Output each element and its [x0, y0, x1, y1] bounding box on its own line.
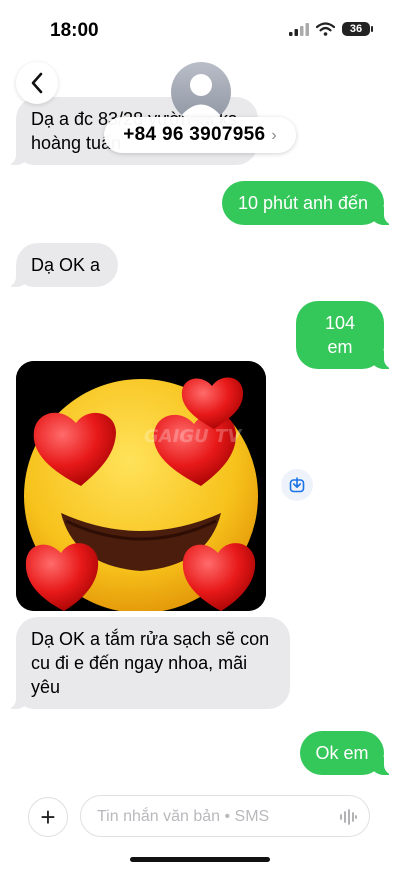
- message-text: Dạ OK a: [31, 255, 101, 275]
- home-indicator: [130, 857, 270, 862]
- message-sent-1[interactable]: 10 phút anh đến: [222, 181, 394, 225]
- add-attachment-button[interactable]: +: [28, 797, 68, 837]
- contact-phone-button[interactable]: +84 96 3907956 ›: [104, 117, 296, 153]
- message-text: Ok em: [315, 743, 369, 763]
- back-chevron-icon: [31, 72, 43, 94]
- message-input[interactable]: Tin nhắn văn bản • SMS: [80, 795, 370, 837]
- download-button[interactable]: [281, 469, 313, 501]
- message-sent-2[interactable]: 104 em: [296, 301, 394, 369]
- heart-eyes-emoji-image: GAIGU TV: [16, 361, 266, 611]
- contact-phone-number: +84 96 3907956: [123, 124, 266, 145]
- wifi-icon: [316, 22, 335, 36]
- signal-icon: [289, 22, 309, 36]
- contact-avatar[interactable]: [171, 62, 231, 122]
- battery-icon: 36: [342, 22, 373, 36]
- message-text: 104 em: [324, 313, 356, 357]
- download-icon: [289, 477, 305, 493]
- image-message[interactable]: GAIGU TV: [16, 361, 266, 611]
- message-sent-3[interactable]: Ok em: [300, 731, 394, 775]
- message-received-2[interactable]: Dạ OK a: [6, 243, 118, 287]
- message-input-placeholder: Tin nhắn văn bản • SMS: [97, 808, 270, 825]
- status-time: 18:00: [50, 20, 99, 41]
- chevron-right-icon: ›: [271, 126, 277, 144]
- back-button[interactable]: [16, 62, 58, 104]
- plus-icon: +: [40, 802, 56, 832]
- microphone-waveform-icon[interactable]: [339, 808, 357, 826]
- image-watermark: GAIGU TV: [144, 426, 243, 447]
- message-text: Dạ OK a tắm rửa sạch sẽ con cu đi e đến …: [31, 629, 270, 697]
- composer-bar: + Tin nhắn văn bản • SMS: [0, 792, 400, 848]
- message-text: 10 phút anh đến: [237, 193, 369, 213]
- message-received-3[interactable]: Dạ OK a tắm rửa sạch sẽ con cu đi e đến …: [6, 617, 290, 709]
- avatar-icon: [180, 74, 222, 117]
- status-icons: 36: [289, 22, 373, 36]
- battery-level: 36: [349, 23, 363, 35]
